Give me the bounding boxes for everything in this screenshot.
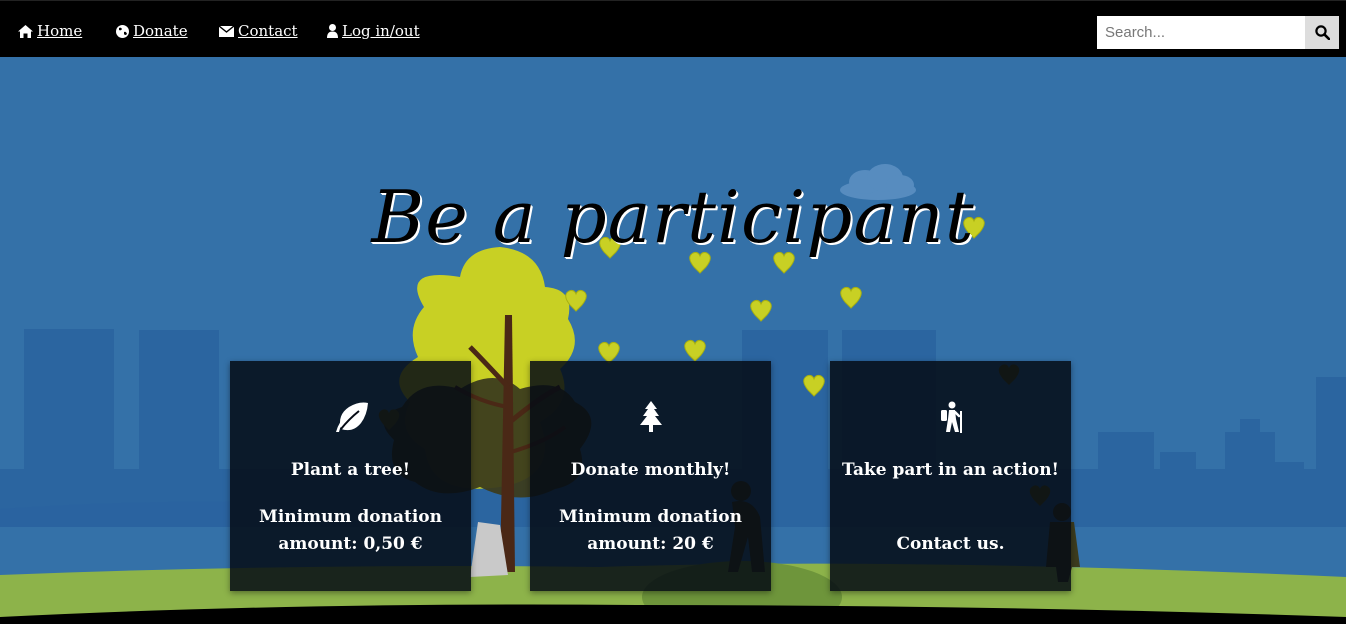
card-title: Take part in an action! xyxy=(841,460,1060,480)
card-title: Plant a tree! xyxy=(290,460,411,480)
hero-section: Be a participant Plant a tree! Minimum d… xyxy=(0,57,1346,624)
nav-contact-label: Contact xyxy=(238,22,298,40)
nav-home-link[interactable]: Home xyxy=(18,22,82,40)
tree-icon xyxy=(639,401,662,432)
nav-donate-link[interactable]: Donate xyxy=(116,22,188,40)
search-box xyxy=(1097,16,1339,49)
nav-login-label: Log in/out xyxy=(342,22,420,40)
nav-contact-link[interactable]: Contact xyxy=(219,22,298,40)
hero-title: Be a participant xyxy=(371,175,975,259)
card-text: Minimum donation amount: 20 € xyxy=(559,507,742,554)
nav-login-link[interactable]: Log in/out xyxy=(327,22,420,40)
card-title: Donate monthly! xyxy=(570,460,731,480)
plant-tree-card[interactable]: Plant a tree! Minimum donation amount: 0… xyxy=(230,361,471,591)
donate-monthly-card[interactable]: Donate monthly! Minimum donation amount:… xyxy=(530,361,771,591)
search-icon xyxy=(1314,25,1330,40)
take-action-card[interactable]: Take part in an action! Contact us. xyxy=(830,361,1071,591)
hiker-icon xyxy=(940,401,962,433)
globe-icon xyxy=(116,24,129,38)
top-navbar: Home Donate Contact Log in/out xyxy=(0,0,1346,57)
nav-donate-label: Donate xyxy=(133,22,188,40)
card-text: Minimum donation amount: 0,50 € xyxy=(259,507,442,554)
leaf-icon xyxy=(335,402,368,432)
search-button[interactable] xyxy=(1305,16,1339,49)
card-text: Contact us. xyxy=(896,534,1005,554)
user-icon xyxy=(327,24,338,38)
envelope-icon xyxy=(219,25,234,37)
nav-home-label: Home xyxy=(37,22,83,40)
home-icon xyxy=(18,24,33,38)
search-input[interactable] xyxy=(1097,16,1305,49)
